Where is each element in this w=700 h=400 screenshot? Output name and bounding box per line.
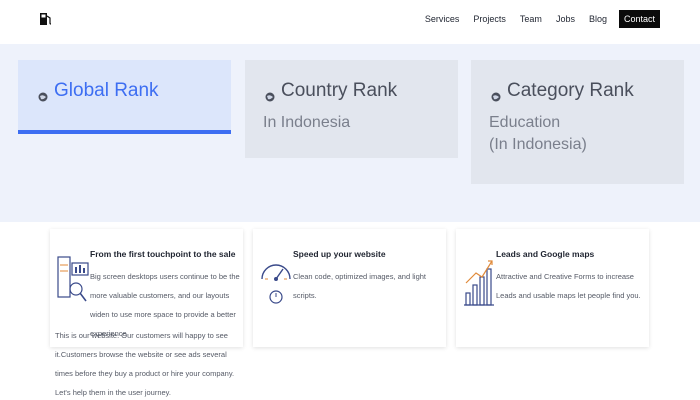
fuel-pump-logo-icon[interactable] <box>38 11 54 27</box>
analytics-icon <box>56 253 90 309</box>
nav-team[interactable]: Team <box>520 10 542 28</box>
active-tab-indicator <box>18 130 231 134</box>
site-header: Services Projects Team Jobs Blog Contact <box>0 0 700 44</box>
nav-projects[interactable]: Projects <box>473 10 506 28</box>
rank-title-label: Country Rank <box>281 80 398 101</box>
contact-button[interactable]: Contact <box>618 10 660 28</box>
tab-category-rank[interactable]: Category Rank Education (In Indonesia) <box>471 60 684 184</box>
feature-title: Leads and Google maps <box>496 249 595 259</box>
rank-section: Global Rank Country Rank In Indonesia Ca… <box>0 44 700 222</box>
rank-category-name: Education <box>489 114 561 131</box>
tab-country-rank[interactable]: Country Rank In Indonesia <box>245 60 458 158</box>
feature-description: Attractive and Creative Forms to increas… <box>496 272 641 300</box>
feature-description: Clean code, optimized images, and light … <box>293 272 426 300</box>
rank-category-sub: Education (In Indonesia) <box>489 112 587 156</box>
feature-card-speed: Speed up your website Clean code, optimi… <box>253 229 446 347</box>
rank-country-sub: In Indonesia <box>263 114 351 131</box>
feature-card-leads: Leads and Google maps Attractive and Cre… <box>456 229 649 347</box>
globe-icon <box>38 86 48 102</box>
growth-chart-icon <box>462 253 496 309</box>
rank-title-label: Global Rank <box>54 80 159 101</box>
feature-title: From the first touchpoint to the sale <box>90 249 236 259</box>
globe-icon <box>265 86 275 102</box>
rank-title-category: Category Rank <box>491 80 634 102</box>
globe-icon <box>491 86 501 102</box>
nav-services[interactable]: Services <box>425 10 460 28</box>
nav-blog[interactable]: Blog <box>589 10 607 28</box>
tab-global-rank[interactable]: Global Rank <box>18 60 231 134</box>
feature-title: Speed up your website <box>293 249 386 259</box>
rank-title-label: Category Rank <box>507 80 634 101</box>
speedometer-icon <box>259 253 293 309</box>
feature-description-cont: This is our website. Our customers will … <box>55 331 235 397</box>
rank-title-global: Global Rank <box>38 80 159 102</box>
rank-title-country: Country Rank <box>265 80 397 102</box>
rank-category-region: (In Indonesia) <box>489 136 587 153</box>
main-nav: Services Projects Team Jobs Blog Contact <box>411 10 660 28</box>
nav-jobs[interactable]: Jobs <box>556 10 575 28</box>
